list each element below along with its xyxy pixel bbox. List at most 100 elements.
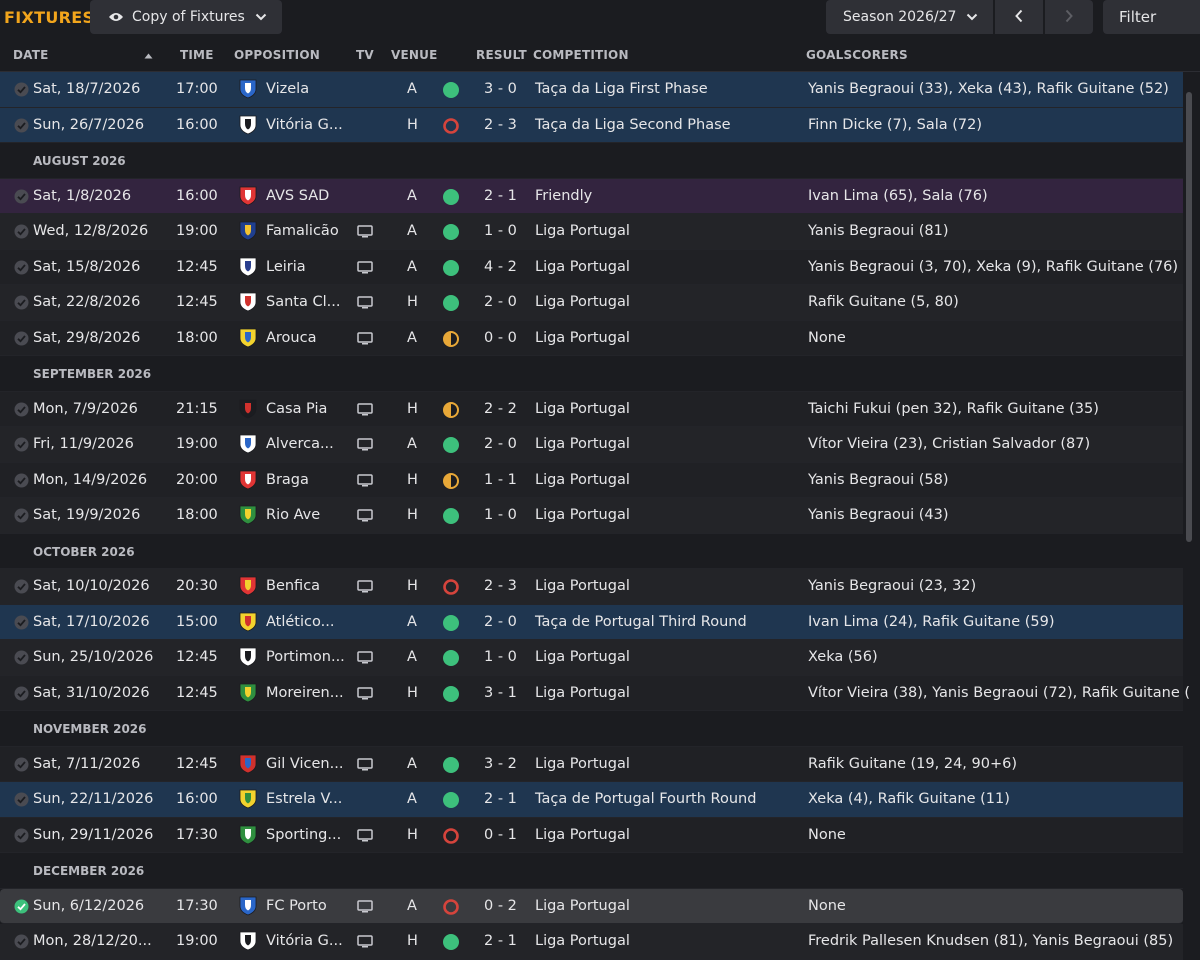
fixture-row[interactable]: Sat, 22/8/2026 12:45 Santa Cl... H 2 - 0 Liga…	[0, 285, 1183, 321]
opposition-link[interactable]: Santa Cl...	[266, 294, 340, 310]
competition-link[interactable]: Liga Portugal	[535, 649, 630, 665]
fixture-row[interactable]: Mon, 28/12/20... 19:00 Vitória G... H 2 - 1 L…	[0, 924, 1183, 960]
match-score[interactable]: 2 - 0	[484, 614, 517, 630]
competition-link[interactable]: Taça de Portugal Fourth Round	[535, 791, 756, 807]
column-header-time[interactable]: TIME	[180, 48, 214, 62]
match-score[interactable]: 2 - 0	[484, 294, 517, 310]
venue: H	[407, 826, 418, 843]
match-score[interactable]: 1 - 0	[484, 223, 517, 239]
column-header-goalscorers[interactable]: GOALSCORERS	[806, 48, 908, 62]
fixture-row[interactable]: Sat, 29/8/2026 18:00 Arouca A 0 - 0 Liga Port…	[0, 320, 1183, 356]
match-score[interactable]: 0 - 0	[484, 330, 517, 346]
competition-link[interactable]: Liga Portugal	[535, 223, 630, 239]
opposition-link[interactable]: Leiria	[266, 259, 306, 275]
match-score[interactable]: 2 - 3	[484, 117, 517, 133]
match-score[interactable]: 4 - 2	[484, 259, 517, 275]
match-score[interactable]: 2 - 1	[484, 933, 517, 949]
opposition-link[interactable]: Casa Pia	[266, 401, 327, 417]
match-score[interactable]: 3 - 1	[484, 685, 517, 701]
opposition-link[interactable]: Atlético...	[266, 614, 334, 630]
opposition-link[interactable]: Sporting...	[266, 827, 341, 843]
opposition-link[interactable]: Famalicão	[266, 223, 339, 239]
match-score[interactable]: 0 - 2	[484, 898, 517, 914]
competition-link[interactable]: Taça da Liga Second Phase	[535, 117, 731, 133]
match-score[interactable]: 1 - 0	[484, 649, 517, 665]
fixture-row[interactable]: Sat, 31/10/2026 12:45 Moreiren... H 3 - 1 Lig…	[0, 675, 1190, 711]
goalscorers: Yanis Begraoui (23, 32)	[808, 578, 977, 594]
fixture-row[interactable]: Fri, 11/9/2026 19:00 Alverca... A 2 - 0 Liga …	[0, 427, 1183, 463]
competition-link[interactable]: Liga Portugal	[535, 756, 630, 772]
match-score[interactable]: 1 - 0	[484, 507, 517, 523]
fixture-row[interactable]: Sat, 19/9/2026 18:00 Rio Ave H 1 - 0 Liga Por…	[0, 498, 1183, 534]
competition-link[interactable]: Taça de Portugal Third Round	[535, 614, 747, 630]
fixture-row[interactable]: Sun, 6/12/2026 17:30 FC Porto A 0 - 2 Liga Po…	[0, 888, 1183, 924]
opposition-link[interactable]: Arouca	[266, 330, 316, 346]
competition-link[interactable]: Liga Portugal	[535, 259, 630, 275]
opposition-link[interactable]: Braga	[266, 472, 309, 488]
vertical-scrollbar[interactable]	[1186, 92, 1192, 542]
fixture-row[interactable]: Wed, 12/8/2026 19:00 Famalicão A 1 - 0 Liga P…	[0, 214, 1183, 250]
competition-link[interactable]: Friendly	[535, 188, 592, 204]
fixture-row[interactable]: Mon, 7/9/2026 21:15 Casa Pia H 2 - 2 Liga Por…	[0, 391, 1183, 427]
fixture-row[interactable]: Sun, 25/10/2026 12:45 Portimon... A 1 - 0 Lig…	[0, 640, 1183, 676]
column-header-venue[interactable]: VENUE	[391, 48, 437, 62]
fixture-row[interactable]: Sat, 18/7/2026 17:00 Vizela A 3 - 0 Taça da L…	[0, 72, 1183, 108]
match-score[interactable]: 3 - 2	[484, 756, 517, 772]
portimonense-badge	[239, 647, 257, 671]
column-header-date[interactable]: DATE	[13, 48, 49, 62]
opposition-link[interactable]: Estrela V...	[266, 791, 342, 807]
match-date: Sat, 17/10/2026	[33, 613, 150, 630]
fixture-row[interactable]: Sun, 26/7/2026 16:00 Vitória G... H 2 - 3 Taç…	[0, 107, 1183, 143]
competition-link[interactable]: Liga Portugal	[535, 436, 630, 452]
fixture-row[interactable]: Sun, 22/11/2026 16:00 Estrela V... A 2 - 1 Ta…	[0, 782, 1183, 818]
match-score[interactable]: 0 - 1	[484, 827, 517, 843]
competition-link[interactable]: Liga Portugal	[535, 472, 630, 488]
previous-season-button[interactable]	[995, 0, 1043, 34]
competition-link[interactable]: Liga Portugal	[535, 933, 630, 949]
opposition-link[interactable]: Vitória G...	[266, 933, 343, 949]
match-score[interactable]: 2 - 3	[484, 578, 517, 594]
competition-link[interactable]: Liga Portugal	[535, 330, 630, 346]
competition-link[interactable]: Liga Portugal	[535, 685, 630, 701]
match-score[interactable]: 2 - 2	[484, 401, 517, 417]
opposition-link[interactable]: Gil Vicen...	[266, 756, 343, 772]
match-score[interactable]: 2 - 1	[484, 188, 517, 204]
fixture-row[interactable]: Sat, 1/8/2026 16:00 AVS SAD A 2 - 1 Friendly I…	[0, 178, 1183, 214]
opposition-link[interactable]: Rio Ave	[266, 507, 320, 523]
view-selector-button[interactable]: Copy of Fixtures	[90, 0, 282, 34]
column-header-result[interactable]: RESULT	[476, 48, 527, 62]
competition-link[interactable]: Taça da Liga First Phase	[535, 81, 708, 97]
fixture-row[interactable]: Mon, 14/9/2026 20:00 Braga H 1 - 1 Liga Portu…	[0, 462, 1183, 498]
match-score[interactable]: 1 - 1	[484, 472, 517, 488]
column-header-competition[interactable]: COMPETITION	[533, 48, 629, 62]
column-header-tv[interactable]: TV	[356, 48, 374, 62]
filter-label: Filter	[1119, 8, 1157, 26]
fixture-row[interactable]: Sat, 7/11/2026 12:45 Gil Vicen... A 3 - 2 Lig…	[0, 746, 1183, 782]
opposition-link[interactable]: Vizela	[266, 81, 309, 97]
opposition-link[interactable]: Vitória G...	[266, 117, 343, 133]
fixture-row[interactable]: Sat, 10/10/2026 20:30 Benfica H 2 - 3 Liga Po…	[0, 569, 1183, 605]
competition-link[interactable]: Liga Portugal	[535, 827, 630, 843]
opposition-link[interactable]: FC Porto	[266, 898, 327, 914]
competition-link[interactable]: Liga Portugal	[535, 578, 630, 594]
column-header-opposition[interactable]: OPPOSITION	[234, 48, 320, 62]
competition-link[interactable]: Liga Portugal	[535, 401, 630, 417]
opposition-link[interactable]: Benfica	[266, 578, 320, 594]
opposition-link[interactable]: AVS SAD	[266, 188, 329, 204]
win-indicator-icon	[442, 259, 460, 281]
season-selector-button[interactable]: Season 2026/27	[826, 0, 993, 34]
fixture-row[interactable]: Sat, 17/10/2026 15:00 Atlético... A 2 - 0 Taç…	[0, 604, 1183, 640]
match-score[interactable]: 2 - 0	[484, 436, 517, 452]
competition-link[interactable]: Liga Portugal	[535, 507, 630, 523]
match-score[interactable]: 2 - 1	[484, 791, 517, 807]
opposition-link[interactable]: Alverca...	[266, 436, 334, 452]
fixture-row[interactable]: Sun, 29/11/2026 17:30 Sporting... H 0 - 1 Lig…	[0, 817, 1183, 853]
competition-link[interactable]: Liga Portugal	[535, 294, 630, 310]
match-score[interactable]: 3 - 0	[484, 81, 517, 97]
competition-link[interactable]: Liga Portugal	[535, 898, 630, 914]
next-season-button[interactable]	[1045, 0, 1093, 34]
opposition-link[interactable]: Portimon...	[266, 649, 345, 665]
fixture-row[interactable]: Sat, 15/8/2026 12:45 Leiria A 4 - 2 Liga Port…	[0, 249, 1183, 285]
opposition-link[interactable]: Moreiren...	[266, 685, 344, 701]
filter-button[interactable]: Filter	[1103, 0, 1200, 34]
